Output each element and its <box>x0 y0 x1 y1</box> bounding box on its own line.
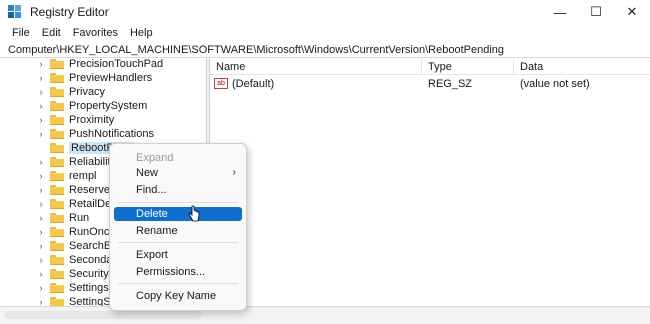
chevron-right-icon[interactable]: › <box>36 171 46 181</box>
menu-bar: File Edit Favorites Help <box>0 24 159 42</box>
chevron-right-icon[interactable]: › <box>36 87 46 97</box>
folder-icon <box>50 227 64 237</box>
chevron-right-icon[interactable]: › <box>36 241 46 251</box>
tree-item[interactable]: › PreviewHandlers <box>0 71 153 85</box>
context-menu-export[interactable]: Export <box>114 248 242 262</box>
context-menu: Expand New › Find... Delete Rename Expor… <box>109 143 247 311</box>
menu-file[interactable]: File <box>6 27 36 39</box>
chevron-right-icon: › <box>232 167 236 178</box>
tree-item[interactable]: › Privacy <box>0 85 106 99</box>
tree-item-label: Privacy <box>69 86 106 98</box>
value-row[interactable]: ab (Default) REG_SZ (value not set) <box>210 76 650 92</box>
chevron-right-icon[interactable]: › <box>36 59 46 69</box>
maximize-button[interactable]: ☐ <box>578 0 614 24</box>
context-menu-delete[interactable]: Delete <box>114 207 242 221</box>
chevron-right-icon[interactable]: › <box>36 129 46 139</box>
menu-help[interactable]: Help <box>124 27 159 39</box>
folder-icon <box>50 241 64 251</box>
tree-item[interactable]: › Run <box>0 211 90 225</box>
tree-item[interactable]: › RetailDemo <box>0 197 127 211</box>
menu-edit[interactable]: Edit <box>36 27 67 39</box>
column-header-data[interactable]: Data <box>514 59 650 75</box>
folder-icon <box>50 199 64 209</box>
tree-item[interactable]: › PushNotifications <box>0 127 155 141</box>
tree-item-label: PushNotifications <box>69 128 154 140</box>
title-bar: Registry Editor — ☐ ✕ <box>0 0 650 24</box>
tree-item-label: Settings <box>69 282 109 294</box>
folder-icon <box>50 101 64 111</box>
folder-icon <box>50 143 64 153</box>
value-data: (value not set) <box>520 78 590 90</box>
context-menu-copy-key-name[interactable]: Copy Key Name <box>114 289 242 303</box>
tree-item[interactable]: › RunOnce <box>0 225 116 239</box>
folder-icon <box>50 255 64 265</box>
chevron-right-icon[interactable]: › <box>36 269 46 279</box>
chevron-right-icon[interactable]: › <box>36 115 46 125</box>
bottom-bar <box>0 306 650 324</box>
minimize-button[interactable]: — <box>542 0 578 24</box>
context-menu-find[interactable]: Find... <box>114 183 242 197</box>
folder-icon <box>50 185 64 195</box>
chevron-right-icon[interactable]: › <box>36 73 46 83</box>
horizontal-scrollbar[interactable] <box>4 311 202 319</box>
list-header: Name Type Data <box>210 59 650 75</box>
tree-item[interactable]: › Reliability <box>0 155 117 169</box>
tree-item-label: PreviewHandlers <box>69 72 153 84</box>
tree-item[interactable]: › rempl <box>0 169 97 183</box>
folder-icon <box>50 129 64 139</box>
context-menu-expand[interactable]: Expand <box>114 151 242 165</box>
tree-item[interactable]: › Proximity <box>0 113 115 127</box>
folder-icon <box>50 115 64 125</box>
tree-item[interactable]: › PrecisionTouchPad <box>0 59 163 71</box>
context-menu-new-label: New <box>136 167 159 179</box>
chevron-right-icon[interactable]: › <box>36 297 46 306</box>
value-type: REG_SZ <box>428 78 473 90</box>
tree-item-label: Proximity <box>69 114 115 126</box>
menu-favorites[interactable]: Favorites <box>67 27 124 39</box>
tree-item[interactable]: › PropertySystem <box>0 99 148 113</box>
chevron-right-icon[interactable]: › <box>36 101 46 111</box>
tree-item-label: PrecisionTouchPad <box>69 59 164 70</box>
folder-icon <box>50 171 64 181</box>
close-button[interactable]: ✕ <box>614 0 650 24</box>
chevron-right-icon[interactable]: › <box>36 227 46 237</box>
menu-separator <box>118 202 238 203</box>
chevron-right-icon[interactable]: › <box>36 283 46 293</box>
chevron-right-icon[interactable]: › <box>36 157 46 167</box>
chevron-right-icon[interactable]: › <box>36 255 46 265</box>
column-header-name[interactable]: Name <box>210 59 422 75</box>
chevron-right-icon[interactable]: › <box>36 213 46 223</box>
chevron-right-icon[interactable]: › <box>36 185 46 195</box>
tree-item[interactable]: › Settings <box>0 281 109 295</box>
folder-icon <box>50 213 64 223</box>
menu-separator <box>118 283 238 284</box>
folder-icon <box>50 59 64 69</box>
context-menu-rename[interactable]: Rename <box>114 224 242 238</box>
folder-icon <box>50 157 64 167</box>
folder-icon <box>50 73 64 83</box>
folder-icon <box>50 297 64 306</box>
window-title: Registry Editor <box>30 5 109 19</box>
folder-icon <box>50 283 64 293</box>
column-header-type[interactable]: Type <box>422 59 514 75</box>
context-menu-permissions[interactable]: Permissions... <box>114 265 242 279</box>
hand-cursor-icon <box>188 205 200 222</box>
folder-icon <box>50 87 64 97</box>
tree-item-label: rempl <box>69 170 97 182</box>
tree-item-label: PropertySystem <box>69 100 148 112</box>
chevron-right-icon[interactable]: › <box>36 199 46 209</box>
menu-separator <box>118 242 238 243</box>
tree-item-label: Run <box>69 212 90 224</box>
value-name: (Default) <box>232 78 275 90</box>
context-menu-new[interactable]: New › <box>114 166 242 180</box>
values-list-pane: Name Type Data ab (Default) REG_SZ (valu… <box>210 59 650 306</box>
string-value-icon: ab <box>214 78 228 89</box>
folder-icon <box>50 269 64 279</box>
registry-editor-app-icon <box>8 5 22 19</box>
address-bar[interactable]: Computer\HKEY_LOCAL_MACHINE\SOFTWARE\Mic… <box>0 42 650 58</box>
